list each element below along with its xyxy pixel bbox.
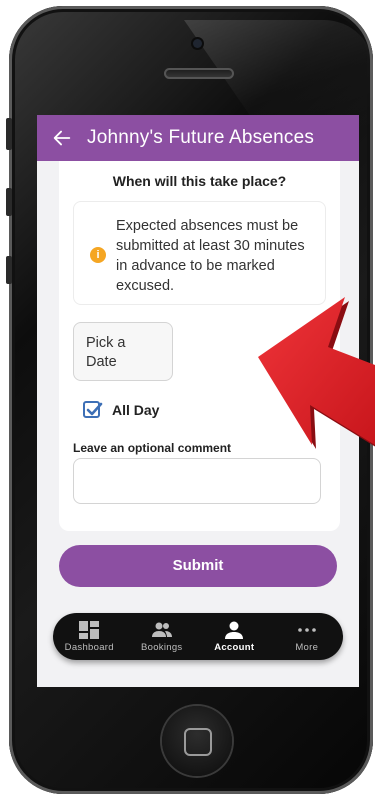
notice-text: Expected absences must be submitted at l… xyxy=(116,218,305,294)
tab-bookings-label: Bookings xyxy=(141,641,183,653)
phone-side-button xyxy=(6,118,12,150)
red-pointer-arrow-icon xyxy=(258,297,375,449)
bottom-tab-bar: Dashboard Bookings Account More xyxy=(53,613,343,660)
app-bar: Johnny's Future Absences xyxy=(37,115,359,161)
pick-date-button[interactable]: Pick a Date xyxy=(73,322,173,381)
person-icon xyxy=(223,621,245,639)
phone-camera xyxy=(193,39,202,48)
comment-label: Leave an optional comment xyxy=(73,441,232,455)
tab-more[interactable]: More xyxy=(273,621,341,653)
notice-box: i Expected absences must be submitted at… xyxy=(73,201,326,305)
phone-speaker xyxy=(164,68,234,79)
page-title: Johnny's Future Absences xyxy=(87,127,315,148)
all-day-label: All Day xyxy=(112,401,160,418)
phone-home-button[interactable] xyxy=(162,706,232,776)
phone-volume-down-button xyxy=(6,256,12,284)
more-dots-icon xyxy=(296,621,318,639)
all-day-toggle[interactable]: All Day xyxy=(83,401,159,418)
all-day-checkbox[interactable] xyxy=(83,401,103,418)
checkmark-icon xyxy=(86,402,103,416)
comment-input[interactable] xyxy=(73,458,321,504)
tab-dashboard-label: Dashboard xyxy=(64,641,114,653)
tab-bookings[interactable]: Bookings xyxy=(128,621,196,653)
tab-dashboard[interactable]: Dashboard xyxy=(55,620,123,653)
home-square-icon xyxy=(184,728,212,756)
people-icon xyxy=(151,621,173,639)
pick-date-label: Pick a Date xyxy=(86,335,126,370)
info-icon: i xyxy=(90,247,106,263)
back-arrow-icon[interactable] xyxy=(51,127,73,149)
when-heading: When will this take place? xyxy=(112,173,287,189)
tab-account[interactable]: Account xyxy=(200,621,268,653)
submit-button[interactable]: Submit xyxy=(59,545,337,587)
phone-volume-up-button xyxy=(6,188,12,216)
tab-more-label: More xyxy=(295,641,319,653)
dashboard-icon xyxy=(78,620,100,639)
tab-account-label: Account xyxy=(214,641,255,653)
